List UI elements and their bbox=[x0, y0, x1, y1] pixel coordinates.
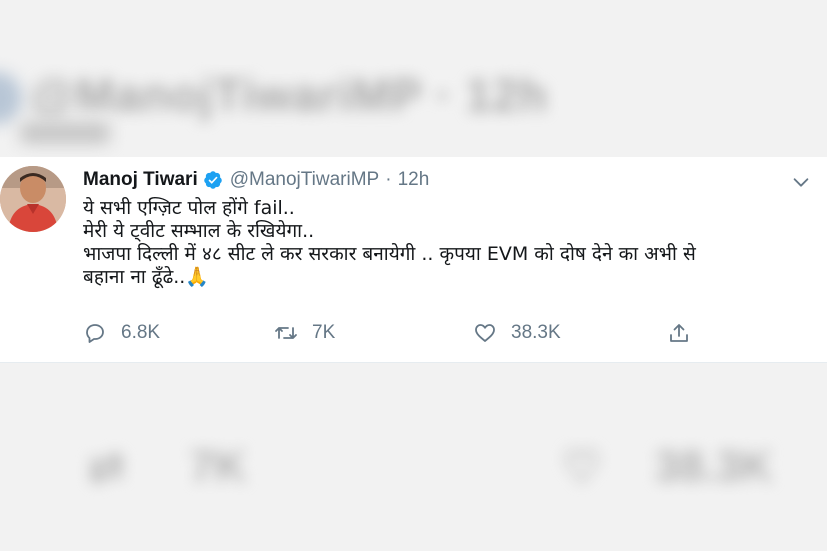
separator-dot: · bbox=[385, 169, 392, 190]
reply-button[interactable]: 6.8K bbox=[83, 319, 160, 347]
blurred-avatar bbox=[0, 72, 22, 124]
like-button[interactable]: 38.3K bbox=[473, 319, 561, 347]
tweet-line: ये सभी एग्ज़िट पोल होंगे fail.. bbox=[83, 197, 295, 219]
author-name[interactable]: Manoj Tiwari bbox=[83, 169, 198, 191]
tweet-line: मेरी ये ट्वीट सम्भाल के रखियेगा.. bbox=[83, 220, 315, 242]
blurred-like-icon: ♡ bbox=[562, 443, 602, 492]
tweet-line: भाजपा दिल्ली में ४८ सीट ले कर सरकार बनाय… bbox=[83, 243, 696, 265]
chevron-down-icon[interactable] bbox=[790, 171, 812, 193]
tweet-line: बहाना ना ढूँढे..🙏 bbox=[83, 266, 210, 288]
reply-icon bbox=[86, 324, 104, 343]
retweet-button[interactable]: 7K bbox=[274, 319, 335, 347]
tweet-timestamp[interactable]: 12h bbox=[398, 169, 430, 191]
like-count: 38.3K bbox=[511, 322, 561, 343]
author-handle[interactable]: @ManojTiwariMP bbox=[230, 169, 380, 191]
blurred-like-count: 38.3K bbox=[655, 442, 773, 491]
avatar[interactable] bbox=[0, 166, 66, 232]
blurred-sub-text bbox=[20, 122, 110, 144]
reply-count: 6.8K bbox=[121, 322, 161, 343]
verified-badge-icon bbox=[203, 171, 222, 189]
blurred-retweet-icon: ⇄ bbox=[88, 443, 125, 492]
retweet-icon bbox=[275, 327, 297, 339]
blurred-handle-text: @ManojTiwariMP · 12h bbox=[30, 69, 549, 121]
tweet-card[interactable]: Manoj Tiwari @ManojTiwariMP · 12h ये सभी… bbox=[0, 157, 827, 363]
retweet-count: 7K bbox=[312, 322, 336, 343]
blurred-retweet-count: 7K bbox=[190, 442, 247, 491]
share-icon bbox=[670, 324, 688, 342]
heart-icon bbox=[475, 324, 495, 342]
blurred-action-bar: ⇄ 7K ♡ 38.3K bbox=[0, 442, 827, 512]
share-button[interactable] bbox=[667, 319, 691, 347]
tweet-text: ये सभी एग्ज़िट पोल होंगे fail.. मेरी ये … bbox=[83, 197, 808, 289]
tweet-header: Manoj Tiwari @ManojTiwariMP · 12h bbox=[83, 169, 429, 191]
